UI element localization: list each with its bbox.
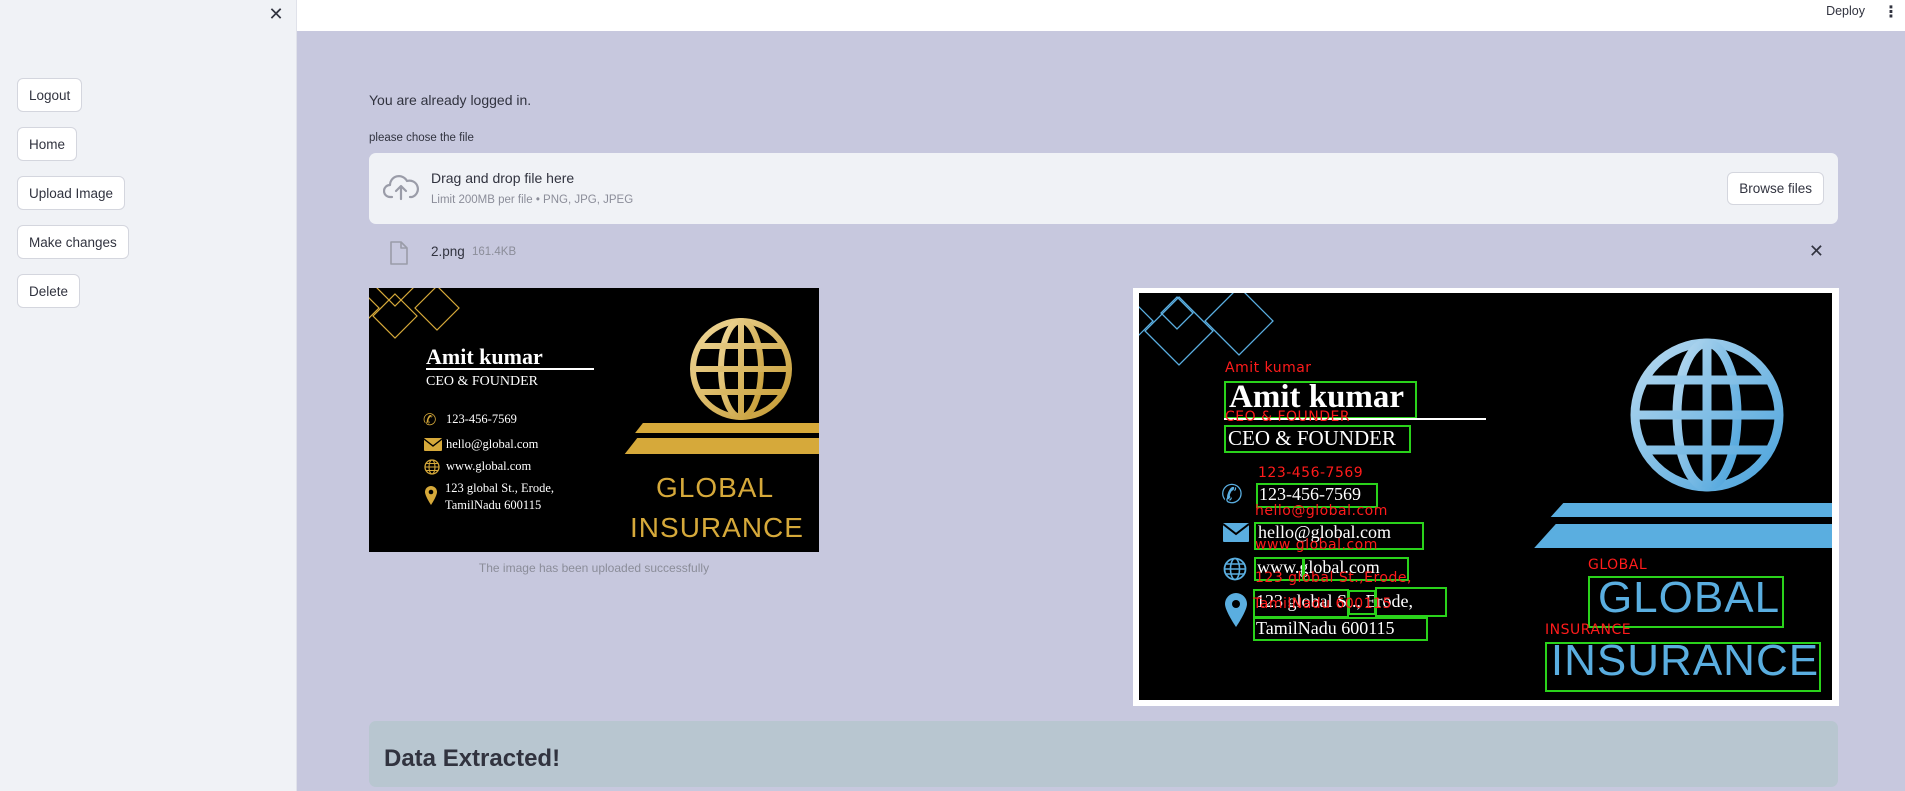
card-role: CEO & FOUNDER [426,374,539,389]
ocr-box-brand-1 [1588,576,1784,628]
ocr-label-phone: 123-456-7569 [1258,465,1364,481]
ocr-box-role [1224,425,1411,453]
file-size: 161.4KB [472,246,517,258]
processed-card-image: Amit kumar Amit kumar CEO & FOUNDER CEO … [1139,293,1832,700]
ocr-label-name: Amit kumar [1225,360,1312,376]
data-extracted-panel: Data Extracted! [369,721,1838,787]
ocr-label-website: www global.com [1255,537,1378,553]
phone-icon: ✆ [1221,479,1243,509]
card-name: Amit kumar [426,344,543,369]
file-name: 2.png [431,244,465,259]
globe-logo-icon [690,318,792,420]
sidebar: ✕ Logout Home Upload Image Make changes … [0,0,297,791]
dropzone-title: Drag and drop file here [431,170,575,186]
diamond-pattern-icon [369,288,460,339]
name-underline [426,368,594,370]
card-address-2: TamilNadu 600115 [445,498,542,512]
data-extracted-title: Data Extracted! [384,745,561,772]
card-brand-2: INSURANCE [630,512,804,543]
email-icon [424,438,442,451]
home-button[interactable]: Home [17,127,78,161]
card-email: hello@global.com [446,437,539,451]
location-icon [1225,593,1247,627]
stripe-upper [635,423,819,433]
make-changes-button[interactable]: Make changes [17,225,129,259]
globe-logo-icon [1630,338,1784,492]
website-icon [424,459,440,475]
card-brand-1: GLOBAL [655,472,775,503]
card-address-1: 123 global St., Erode, [445,481,555,495]
file-icon [390,241,408,265]
close-icon[interactable]: ✕ [265,3,287,25]
stripe-upper [1550,503,1832,517]
ocr-label-brand-1: GLOBAL [1588,557,1648,573]
ocr-box-brand-2 [1545,642,1821,692]
delete-button[interactable]: Delete [17,274,81,308]
ocr-label-address-1: 123 global St.,Erode, [1255,570,1412,586]
phone-icon: ✆ [423,412,437,429]
ocr-label-address-2: TamilNadu 600115 [1253,596,1392,612]
dropzone-subtitle: Limit 200MB per file • PNG, JPG, JPEG [431,194,634,206]
email-icon [1223,523,1249,542]
stripe-lower [624,438,819,454]
deploy-button[interactable]: Deploy [1826,4,1865,18]
upload-image-button[interactable]: Upload Image [17,176,126,210]
upload-caption: The image has been uploaded successfully [478,561,710,575]
uploader-label: please chose the file [369,132,474,144]
browse-files-button[interactable]: Browse files [1727,172,1824,205]
uploaded-file-row: 2.png 161.4KB ✕ [369,238,1838,268]
ocr-label-email: hello@global.com [1255,503,1388,519]
app-header: Deploy ⋮ [297,0,1905,31]
card-website: www.global.com [446,459,532,473]
uploaded-card-image: Amit kumar CEO & FOUNDER ✆ 123-456-7569 … [369,288,819,552]
kebab-menu-icon[interactable]: ⋮ [1883,2,1899,22]
login-message: You are already logged in. [369,92,532,108]
card-phone: 123-456-7569 [446,412,517,426]
location-icon [425,486,437,505]
website-icon [1223,557,1247,581]
logout-button[interactable]: Logout [17,78,83,112]
ocr-box-address-2 [1253,617,1428,641]
stripe-lower [1534,524,1832,548]
file-dropzone[interactable]: Drag and drop file here Limit 200MB per … [369,153,1838,224]
ocr-label-role: CEO & FOUNDER [1225,409,1351,425]
remove-file-icon[interactable]: ✕ [1809,241,1824,262]
cloud-upload-icon [383,175,419,201]
